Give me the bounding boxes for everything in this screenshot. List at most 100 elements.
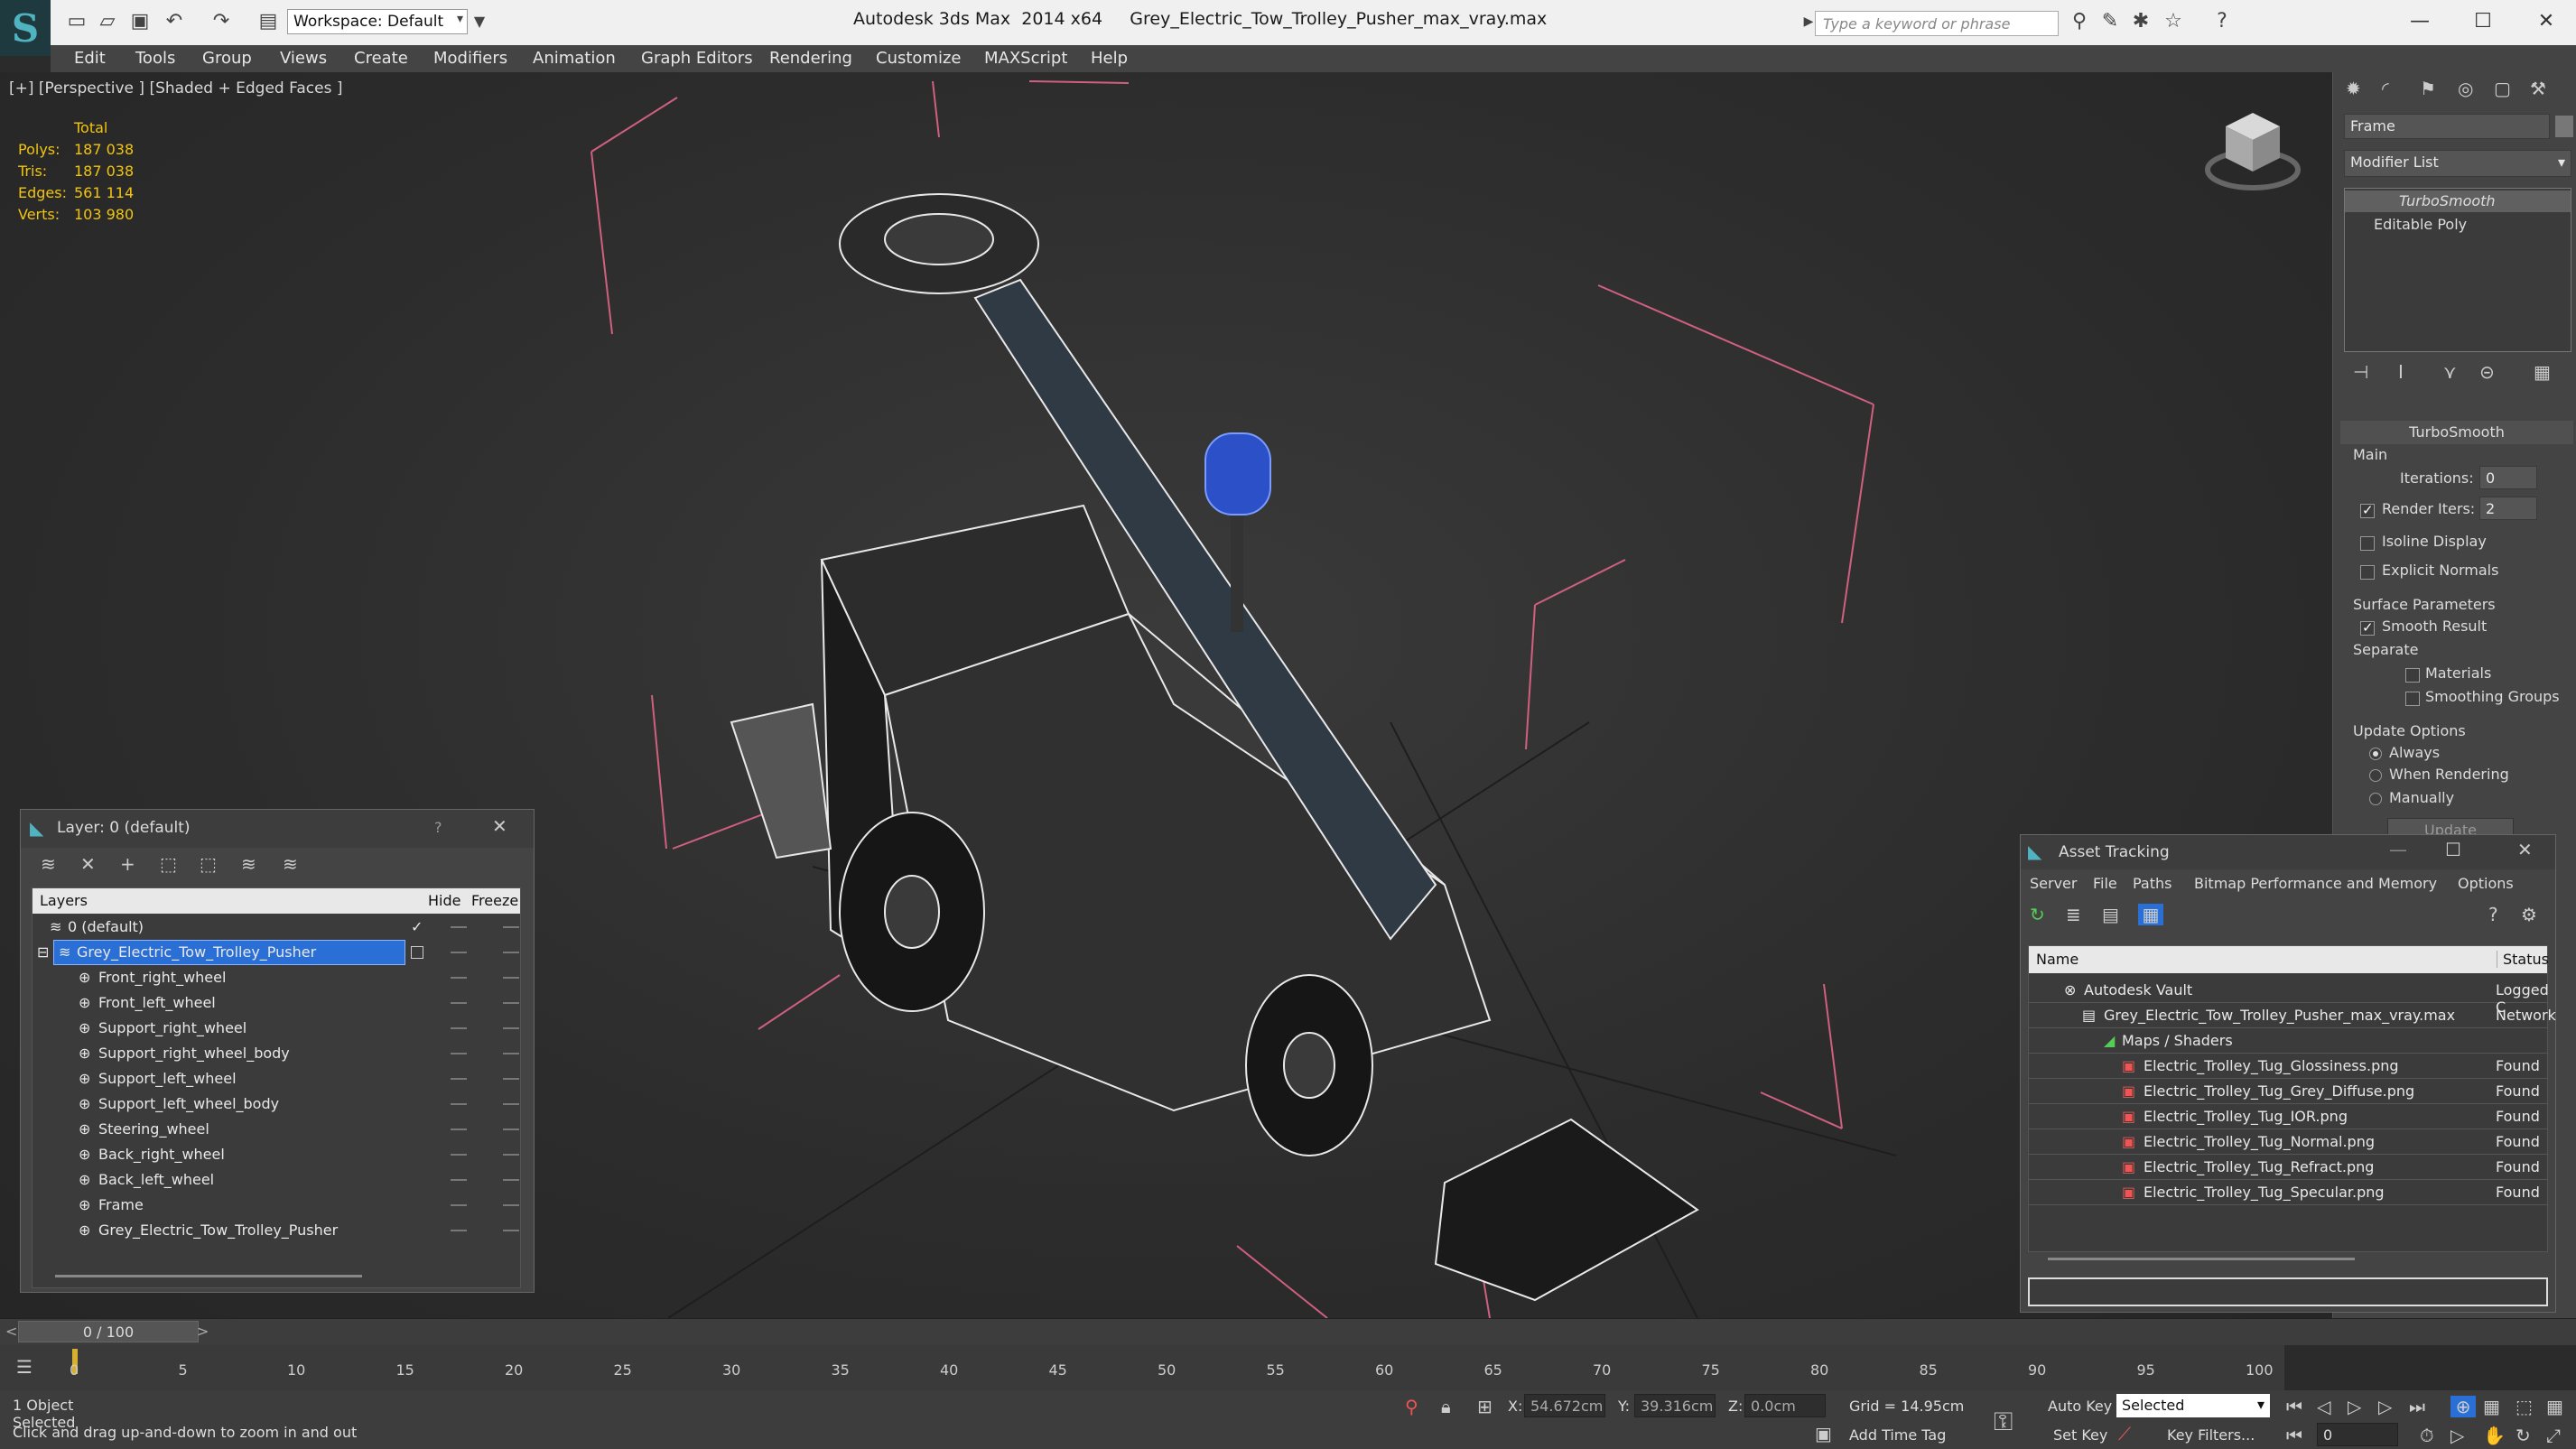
subscription-icon[interactable]: ✱ [2129, 11, 2153, 33]
help-icon[interactable]: ? [2210, 11, 2234, 33]
freeze-toggle[interactable] [503, 1002, 519, 1004]
grid-view-icon[interactable]: ▦ [2138, 904, 2163, 925]
isoline-display-checkbox[interactable] [2360, 536, 2375, 551]
asset-menu-paths[interactable]: Paths [2133, 875, 2171, 892]
asset-row[interactable]: ⊗ Autodesk Vault Logged C [2028, 978, 2549, 1016]
menu-customize[interactable]: Customize [876, 49, 961, 68]
layer-row-object[interactable]: ⊕ Support_left_wheel [33, 1066, 521, 1091]
new-file-icon[interactable]: ▭ [65, 11, 88, 33]
object-color-swatch[interactable] [2555, 116, 2573, 137]
asset-row[interactable]: ▣ Electric_Trolley_Tug_Grey_Diffuse.png Fo… [2028, 1079, 2548, 1104]
col-freeze[interactable]: Freeze [471, 892, 518, 909]
set-key-icon[interactable]: ⟋ [2118, 1423, 2131, 1444]
menu-tools[interactable]: Tools [135, 49, 175, 68]
settings-icon[interactable]: ⚙ [2521, 904, 2537, 925]
time-slider-prev-icon[interactable]: < [5, 1323, 17, 1340]
hide-toggle[interactable] [451, 1204, 467, 1206]
freeze-toggle[interactable] [503, 1204, 519, 1206]
horizontal-scrollbar[interactable] [2048, 1258, 2355, 1260]
menu-views[interactable]: Views [280, 49, 327, 68]
layer-row-object[interactable]: ⊕ Support_right_wheel [33, 1016, 521, 1041]
render-iters-spinner[interactable]: 2 [2479, 497, 2537, 520]
asset-row[interactable]: ▣ Electric_Trolley_Tug_Refract.png Found [2028, 1155, 2548, 1180]
asset-row[interactable]: ▣ Electric_Trolley_Tug_Glossiness.png Foun… [2028, 1054, 2548, 1079]
menu-animation[interactable]: Animation [533, 49, 616, 68]
table-view-icon[interactable]: ▤ [2102, 904, 2119, 925]
undo-icon[interactable]: ↶ [163, 11, 186, 33]
menu-edit[interactable]: Edit [74, 49, 106, 68]
field-of-view-icon[interactable]: ▷ [2450, 1425, 2464, 1446]
zoom-icon[interactable]: ⊕ [2450, 1396, 2476, 1417]
open-file-icon[interactable]: ▱ [96, 11, 119, 33]
close-icon[interactable]: ✕ [492, 815, 507, 837]
close-icon[interactable]: ✕ [2517, 839, 2533, 860]
hide-toggle[interactable] [451, 1027, 467, 1029]
stack-item-editable-poly[interactable]: Editable Poly [2345, 214, 2571, 236]
menu-group[interactable]: Group [202, 49, 252, 68]
menu-help[interactable]: Help [1091, 49, 1128, 68]
chevron-down-icon[interactable]: ▼ [468, 11, 491, 33]
freeze-toggle[interactable] [503, 1053, 519, 1054]
z-coordinate-field[interactable]: 0.0cm [1744, 1394, 1826, 1417]
help-button[interactable]: ? [434, 819, 442, 836]
asset-menu-bitmap-performance[interactable]: Bitmap Performance and Memory [2194, 875, 2437, 892]
track-bar[interactable]: ☰ 0 5 10 15 20 25 30 35 40 45 50 55 60 65 70 75 80 85 90 95… [0, 1345, 2284, 1390]
zoom-extents-icon[interactable]: ⬚ [2516, 1396, 2533, 1417]
always-radio[interactable] [2369, 748, 2382, 760]
list-view-icon[interactable]: ≣ [2066, 904, 2081, 925]
col-status[interactable]: Status [2497, 951, 2549, 968]
freeze-toggle[interactable] [503, 1078, 519, 1080]
configure-sets-icon[interactable]: ▦ [2534, 361, 2551, 383]
selection-lock-icon[interactable]: 🔒︎ [1441, 1396, 1451, 1417]
maximize-icon[interactable]: ☐ [2445, 839, 2461, 860]
asset-dialog-titlebar[interactable]: ◣ Asset Tracking — ☐ ✕ [2021, 835, 2555, 869]
minimize-icon[interactable]: — [2389, 839, 2407, 860]
maximize-viewport-icon[interactable]: ⤢ [2546, 1425, 2561, 1446]
hierarchy-tab-icon[interactable]: ⚑ [2420, 78, 2436, 99]
menu-rendering[interactable]: Rendering [769, 49, 852, 68]
hide-toggle[interactable] [451, 1002, 467, 1004]
time-slider-next-icon[interactable]: > [197, 1323, 209, 1340]
add-time-tag[interactable]: Add Time Tag [1849, 1426, 1946, 1444]
selection-set-dropdown[interactable]: Selected ▾ [2116, 1394, 2270, 1417]
asset-menu-server[interactable]: Server [2030, 875, 2077, 892]
key-filters-button[interactable]: Key Filters... [2167, 1426, 2255, 1444]
layer-row-object[interactable]: ⊕ Back_left_wheel [33, 1167, 521, 1193]
time-slider[interactable]: < 0 / 100 > [0, 1318, 2576, 1345]
freeze-toggle[interactable] [503, 1129, 519, 1130]
when-rendering-radio[interactable] [2369, 769, 2382, 782]
menu-maxscript[interactable]: MAXScript [984, 49, 1067, 68]
layer-row-object[interactable]: ⊕ Back_right_wheel [33, 1142, 521, 1167]
show-end-result-icon[interactable]: Ⅰ [2398, 361, 2404, 383]
time-tag-icon[interactable]: ▣ [1815, 1423, 1832, 1444]
freeze-toggle[interactable] [503, 926, 519, 928]
binoculars-icon[interactable]: ⚲ [2068, 11, 2091, 33]
collapse-icon[interactable]: ⊟ [37, 943, 49, 961]
play-icon[interactable]: ▷ [2348, 1396, 2361, 1417]
search-input[interactable]: Type a keyword or phrase [1815, 11, 2059, 36]
hide-all-icon[interactable]: ≋ [241, 853, 256, 875]
hide-toggle[interactable] [451, 1154, 467, 1156]
project-folder-icon[interactable]: ▤ [256, 11, 280, 33]
key-icon[interactable]: ⚿ [1994, 1407, 2013, 1437]
explicit-normals-checkbox[interactable] [2360, 565, 2375, 580]
add-to-layer-icon[interactable]: + [120, 853, 135, 875]
previous-frame-icon[interactable]: ◁ [2317, 1396, 2330, 1417]
absolute-mode-icon[interactable]: ⊞ [1477, 1396, 1493, 1417]
set-key-button[interactable]: Set Key [2053, 1426, 2107, 1444]
render-iters-checkbox[interactable] [2360, 502, 2375, 518]
x-coordinate-field[interactable]: 54.672cm [1524, 1394, 1605, 1417]
hide-toggle[interactable] [451, 926, 467, 928]
layer-row-trolley[interactable]: ⊟ ≋ Grey_Electric_Tow_Trolley_Pusher [33, 940, 521, 965]
highlight-layer-icon[interactable]: ⬚ [200, 853, 217, 875]
modify-tab-icon[interactable]: ◜ [2382, 78, 2389, 99]
refresh-icon[interactable]: ↻ [2030, 904, 2045, 925]
turbosmooth-rollout-header[interactable]: TurboSmooth [2340, 421, 2573, 444]
redo-icon[interactable]: ↷ [209, 11, 233, 33]
time-configuration-icon[interactable]: ⏱ [2420, 1425, 2434, 1446]
layer-dialog-titlebar[interactable]: ◣ Layer: 0 (default) ? ✕ [21, 810, 534, 848]
favorites-star-icon[interactable]: ☆ [2162, 11, 2185, 33]
layer-row-default[interactable]: ≋ 0 (default) ✓ [33, 915, 521, 940]
freeze-toggle[interactable] [503, 1179, 519, 1181]
set-active-box[interactable] [411, 946, 423, 959]
